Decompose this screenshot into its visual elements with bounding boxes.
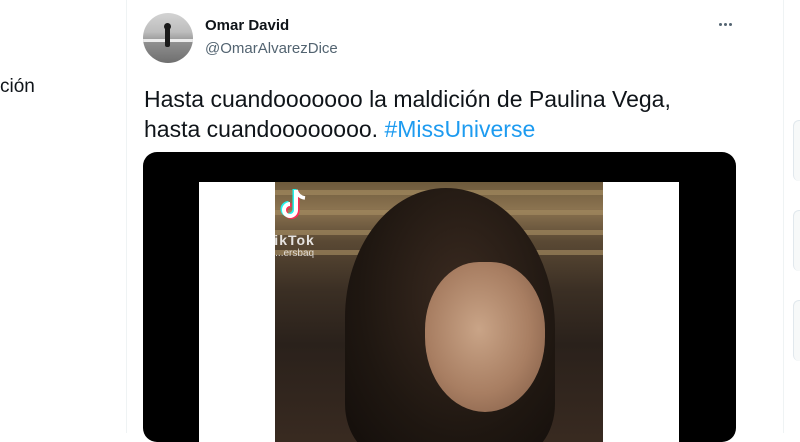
author-name[interactable]: Omar David [205,17,289,34]
hashtag-link[interactable]: #MissUniverse [384,116,535,142]
more-options-icon[interactable] [715,14,735,34]
right-card-edge [793,210,800,271]
tiktok-watermark: TikTok [265,232,315,248]
video-scene [275,182,603,442]
right-card-edge [793,120,800,181]
tweet-text-plain: hasta cuandoooooooo. [144,116,379,142]
more-dot [723,22,727,26]
video-subject-face [425,262,545,412]
video-media[interactable]: TikTok @...ersbaq [143,152,736,442]
tiktok-watermark-user: @...ersbaq [265,248,315,259]
more-dot [718,22,722,26]
right-column [784,0,800,433]
tweet-text: Hasta cuandooooooo la maldición de Pauli… [144,84,754,144]
left-column: ción [0,0,126,433]
more-dot [728,22,732,26]
right-card-edge [793,300,800,361]
avatar[interactable] [143,13,193,63]
tiktok-logo-icon [280,189,306,219]
author-handle[interactable]: @OmarAlvarezDice [205,40,338,57]
video-frame: TikTok @...ersbaq [199,182,679,442]
tweet-card[interactable]: Omar David @OmarAlvarezDice Hasta cuando… [127,0,783,442]
tweet-text-line-2: hasta cuandoooooooo. #MissUniverse [144,114,754,144]
nav-item-label[interactable]: ción [0,76,35,98]
tweet-text-line-1: Hasta cuandooooooo la maldición de Pauli… [144,86,671,112]
avatar-figure [165,27,170,47]
